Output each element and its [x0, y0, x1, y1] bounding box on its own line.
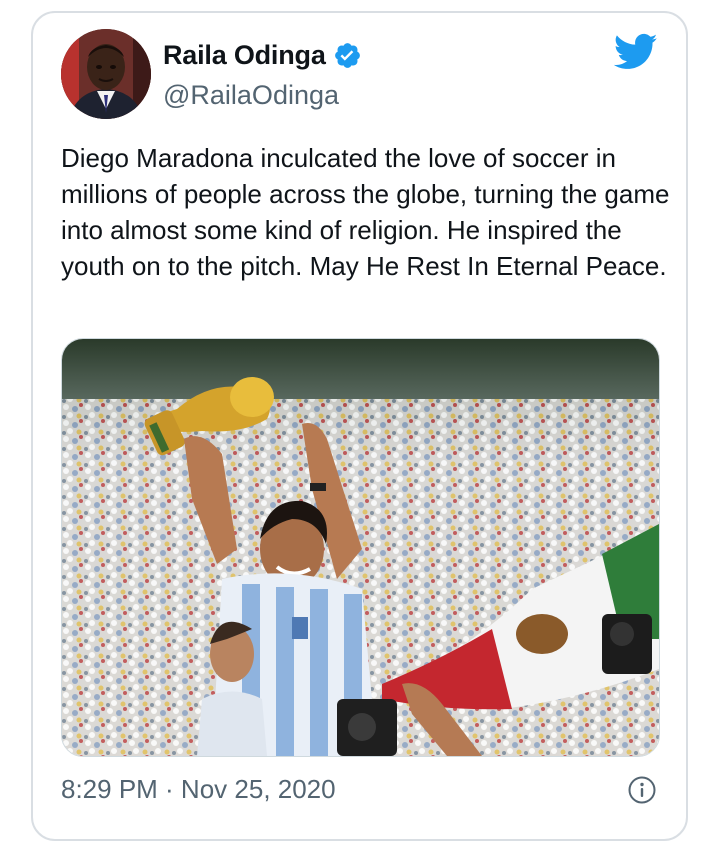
- info-icon[interactable]: [627, 775, 657, 805]
- verified-badge-icon: [334, 43, 360, 68]
- tweet-photo[interactable]: [61, 338, 660, 757]
- author-handle[interactable]: @RailaOdinga: [163, 80, 339, 111]
- tweet-timestamp[interactable]: 8:29 PM · Nov 25, 2020: [61, 774, 336, 805]
- tweet-text: Diego Maradona inculcated the love of so…: [61, 143, 670, 281]
- twitter-bird-icon[interactable]: [614, 33, 658, 71]
- author-name[interactable]: Raila Odinga: [163, 40, 326, 71]
- avatar[interactable]: [61, 29, 151, 119]
- author-name-row[interactable]: Raila Odinga: [163, 40, 362, 71]
